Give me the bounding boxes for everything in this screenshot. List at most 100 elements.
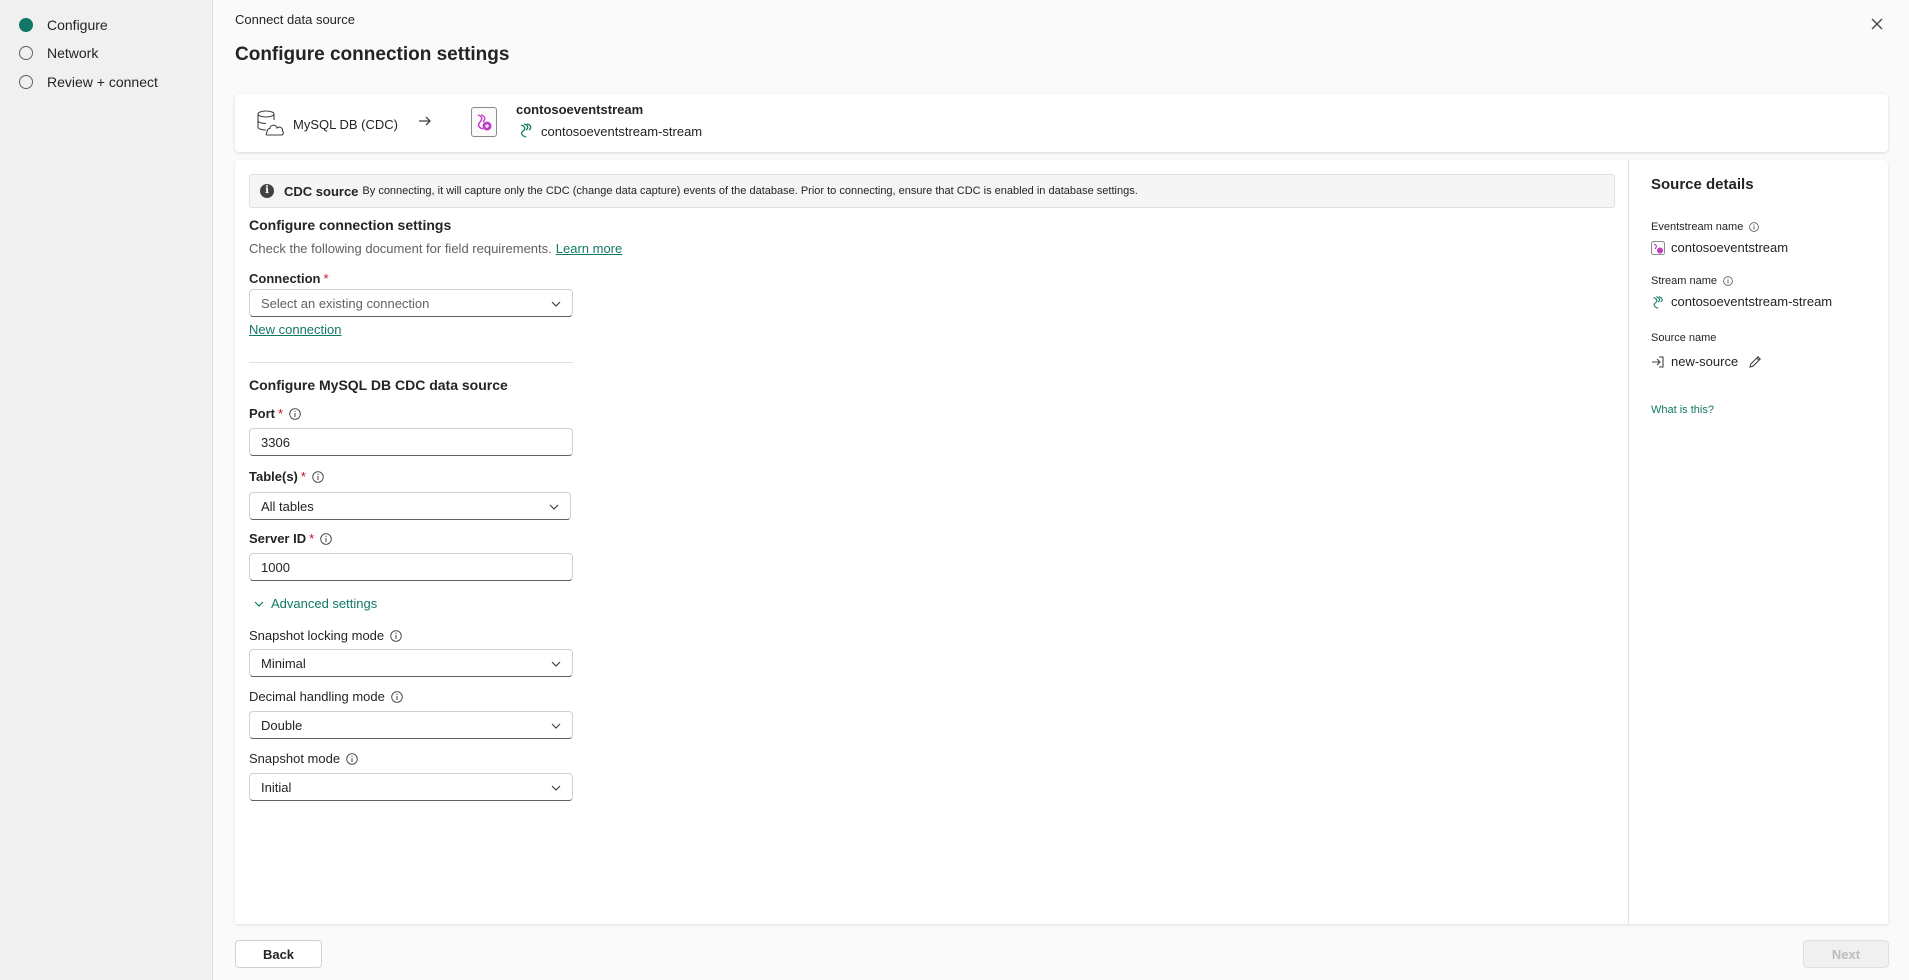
source-name: MySQL DB (CDC) (293, 117, 398, 132)
settings-form: i CDC source By connecting, it will capt… (235, 160, 1628, 924)
info-bar-title: CDC source (284, 183, 359, 199)
info-icon[interactable] (312, 470, 324, 483)
cdc-info-bar: i CDC source By connecting, it will capt… (249, 174, 1615, 208)
step-review-connect[interactable]: Review + connect (19, 72, 158, 92)
info-bar-text: By connecting, it will capture only the … (362, 185, 1138, 197)
info-icon[interactable] (320, 532, 332, 545)
subtitle-text: Check the following document for field r… (249, 241, 552, 256)
step-indicator (19, 75, 33, 89)
label-text: Decimal handling mode (249, 689, 385, 704)
connection-section-title: Configure connection settings (249, 217, 452, 233)
chevron-down-icon (549, 504, 559, 510)
label-text: Snapshot mode (249, 751, 341, 766)
info-icon[interactable] (390, 629, 402, 642)
eventstream-name-label: Eventstream name (1651, 221, 1760, 233)
step-network[interactable]: Network (19, 43, 98, 63)
required-mark: * (278, 406, 284, 421)
label-text: Stream name (1651, 275, 1718, 287)
source-destination-card: MySQL DB (CDC) contosoeventstream contos… (235, 94, 1888, 152)
required-mark: * (300, 469, 306, 484)
step-indicator-active (19, 18, 33, 32)
destination-stream: contosoeventstream-stream (518, 122, 702, 141)
edit-icon[interactable] (1748, 355, 1762, 369)
step-label: Review + connect (47, 74, 158, 90)
advanced-settings-toggle[interactable]: Advanced settings (253, 596, 377, 611)
snapshot-locking-value: Minimal (261, 655, 306, 671)
label-text: Eventstream name (1651, 221, 1744, 233)
decimal-handling-value: Double (261, 717, 303, 733)
section-divider (249, 362, 573, 363)
eventstream-icon (471, 107, 497, 137)
eventstream-icon (1651, 240, 1665, 255)
tables-label: Table(s) * (249, 469, 324, 484)
breadcrumb: Connect data source (235, 12, 355, 27)
stream-icon (518, 122, 534, 141)
arrow-right-icon (418, 114, 432, 131)
next-button[interactable]: Next (1803, 940, 1889, 968)
required-mark: * (323, 271, 329, 286)
chevron-down-icon (551, 785, 561, 791)
snapshot-mode-value: Initial (261, 779, 292, 795)
stream-icon (1651, 295, 1665, 309)
chevron-down-icon (551, 301, 561, 307)
step-label: Configure (47, 17, 108, 33)
value-text: contosoeventstream-stream (1671, 294, 1833, 309)
stream-name-label: Stream name (1651, 275, 1733, 287)
label-text: Port (249, 406, 275, 421)
connection-label: Connection * (249, 271, 329, 286)
snapshot-mode-select[interactable]: Initial (249, 773, 573, 801)
label-text: Connection (249, 271, 321, 286)
stream-name-value: contosoeventstream-stream (1651, 294, 1832, 309)
chevron-down-icon (551, 661, 561, 667)
eventstream-name-value: contosoeventstream (1651, 240, 1788, 255)
back-button[interactable]: Back (235, 940, 322, 968)
source-summary: MySQL DB (CDC) (255, 107, 398, 142)
label-text: Table(s) (249, 469, 298, 484)
label-text: Server ID (249, 531, 307, 546)
server-id-label: Server ID * (249, 531, 332, 546)
source-details-title: Source details (1651, 176, 1754, 193)
info-icon[interactable] (1749, 222, 1760, 232)
port-label: Port * (249, 406, 301, 421)
decimal-handling-label: Decimal handling mode (249, 689, 403, 704)
wizard-stepper: Configure Network Review + connect (0, 0, 213, 980)
connection-select[interactable]: Select an existing connection (249, 289, 573, 317)
info-icon[interactable] (391, 690, 403, 703)
close-icon[interactable] (1867, 14, 1887, 34)
chevron-down-icon (551, 723, 561, 729)
source-name-label: Source name (1651, 332, 1716, 344)
stream-name-text: contosoeventstream-stream (541, 124, 703, 139)
info-icon[interactable] (1723, 276, 1733, 286)
info-icon[interactable] (289, 407, 301, 420)
destination-name: contosoeventstream (516, 102, 644, 117)
label-text: Snapshot locking mode (249, 628, 385, 643)
configuration-panel: i CDC source By connecting, it will capt… (235, 160, 1888, 924)
info-icon[interactable] (346, 752, 358, 765)
tables-value: All tables (261, 498, 314, 514)
learn-more-link[interactable]: Learn more (556, 241, 622, 256)
server-id-value: 1000 (261, 559, 290, 575)
database-cloud-icon (255, 107, 285, 142)
server-id-input[interactable]: 1000 (249, 553, 573, 581)
tables-select[interactable]: All tables (249, 492, 571, 520)
required-mark: * (309, 531, 315, 546)
source-section-title: Configure MySQL DB CDC data source (249, 377, 508, 393)
snapshot-locking-select[interactable]: Minimal (249, 649, 573, 677)
decimal-handling-select[interactable]: Double (249, 711, 573, 739)
snapshot-locking-label: Snapshot locking mode (249, 628, 402, 643)
snapshot-mode-label: Snapshot mode (249, 751, 358, 766)
source-name-value: new-source (1651, 354, 1762, 369)
connection-section-subtitle: Check the following document for field r… (249, 241, 622, 256)
step-indicator (19, 46, 33, 60)
label-text: Source name (1651, 332, 1717, 344)
value-text: contosoeventstream (1671, 240, 1789, 255)
step-configure[interactable]: Configure (19, 15, 108, 35)
sign-in-icon (1651, 355, 1665, 369)
connection-placeholder: Select an existing connection (261, 295, 430, 311)
what-is-this-link[interactable]: What is this? (1651, 404, 1714, 416)
info-icon: i (260, 184, 274, 198)
advanced-settings-label: Advanced settings (271, 596, 378, 611)
new-connection-link[interactable]: New connection (249, 322, 342, 337)
main-pane: Connect data source Configure connection… (213, 0, 1909, 980)
port-input[interactable]: 3306 (249, 428, 573, 456)
